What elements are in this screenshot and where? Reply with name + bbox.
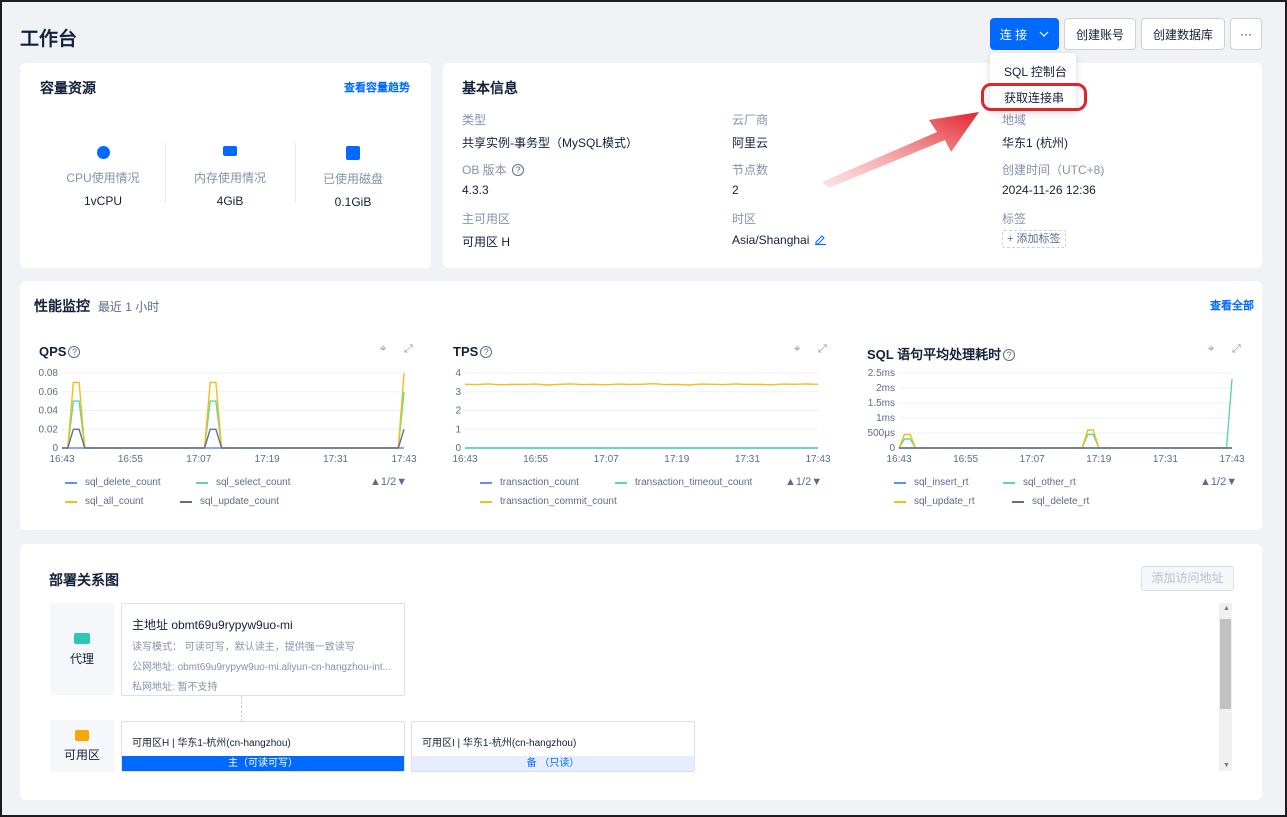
memory-usage-value: 4GiB xyxy=(216,194,244,208)
y-tick-label: 0 xyxy=(889,443,895,454)
cpu-usage-value: 1vCPU xyxy=(83,194,122,208)
add-tag-button[interactable]: + 添加标签 xyxy=(1002,230,1066,248)
page-title: 工作台 xyxy=(20,29,78,50)
cloud-vendor-value: 阿里云 xyxy=(732,136,769,150)
disk-icon xyxy=(346,146,360,160)
edit-icon[interactable] xyxy=(814,234,826,245)
y-tick-label: 500μs xyxy=(868,428,895,439)
create-account-button[interactable]: 创建账号 xyxy=(1064,18,1136,50)
type-label: 类型 xyxy=(462,113,487,127)
memory-icon xyxy=(223,146,237,156)
y-tick-label: 1ms xyxy=(876,413,895,424)
timezone-value: Asia/Shanghai xyxy=(732,233,826,247)
scroll-up-icon[interactable]: ▲ xyxy=(1223,605,1230,612)
connector-line xyxy=(241,696,242,722)
cpu-usage: CPU使用情况 1vCPU xyxy=(38,146,168,208)
proxy-icon xyxy=(74,633,90,644)
disk-usage: 已使用磁盘 0.1GiB xyxy=(288,146,418,209)
deployment-card: 部署关系图 添加访问地址 代理 主地址 obmt69u9rypyw9uo-mi … xyxy=(20,544,1262,800)
x-tick-label: 17:07 xyxy=(1020,454,1045,465)
performance-card: 性能监控 最近 1 小时 查看全部 QPS? ⌖ ⤢ 0 0.02 0.04 0.06… xyxy=(20,281,1262,530)
menu-item-sql-console[interactable]: SQL 控制台 xyxy=(1004,63,1067,80)
created-time-label: 创建时间（UTC+8) xyxy=(1002,163,1105,177)
memory-usage-label: 内存使用情况 xyxy=(193,171,266,185)
zone-box-i[interactable]: 可用区I | 华东1-杭州(cn-hangzhou) 备 （只读） xyxy=(411,721,695,772)
sql-rt-chart: 0 500μs 1ms 1.5ms 2ms 2.5ms 16:43 16:55 17:07 17:… xyxy=(868,368,1245,465)
basic-info-title: 基本信息 xyxy=(462,80,518,96)
x-tick-label: 17:31 xyxy=(1153,454,1178,465)
proxy-row-label: 代理 xyxy=(50,603,114,695)
highlight-annotation xyxy=(981,83,1087,111)
x-tick-label: 17:43 xyxy=(1219,454,1244,465)
capacity-card: 容量资源 查看容量趋势 CPU使用情况 1vCPU 内存使用情况 4GiB 已使… xyxy=(20,63,431,268)
zone-row-label: 可用区 xyxy=(50,720,114,772)
legend-item[interactable]: sql_all_count xyxy=(65,496,143,507)
ob-version-label: OB 版本 ? xyxy=(462,161,525,178)
connect-button[interactable]: 连 接 xyxy=(990,18,1059,50)
private-address: 私网地址: 暂不支持 xyxy=(132,682,218,693)
legend-pager[interactable]: ▲1/2▼ xyxy=(1200,476,1237,488)
memory-usage: 内存使用情况 4GiB xyxy=(165,146,295,208)
disk-usage-label: 已使用磁盘 xyxy=(322,172,383,186)
y-tick-label: 2ms xyxy=(876,383,895,394)
arrow-annotation xyxy=(822,112,979,188)
legend-item[interactable]: sql_insert_rt xyxy=(894,477,968,488)
add-tag-label: 添加标签 xyxy=(1016,233,1061,245)
primary-zone-value: 可用区 H xyxy=(462,235,511,249)
zone-h-role: 主（可读可写） xyxy=(122,756,404,771)
main-address-title: 主地址 obmt69u9rypyw9uo-mi xyxy=(132,618,293,632)
cloud-vendor-label: 云厂商 xyxy=(732,113,769,127)
y-tick-label: 2.5ms xyxy=(868,368,895,379)
view-capacity-trend-link[interactable]: 查看容量趋势 xyxy=(344,79,410,95)
timezone-label: 时区 xyxy=(732,212,757,226)
chevron-down-icon xyxy=(1039,31,1049,37)
diagram-scrollbar[interactable]: ▲ ▼ xyxy=(1219,603,1232,771)
connect-button-label: 连 接 xyxy=(999,27,1028,42)
legend-item[interactable]: transaction_commit_count xyxy=(480,496,617,507)
zone-h-title: 可用区H | 华东1-杭州(cn-hangzhou) xyxy=(132,738,291,749)
node-count-label: 节点数 xyxy=(732,163,769,177)
tags-label: 标签 xyxy=(1002,212,1027,226)
capacity-title: 容量资源 xyxy=(40,80,96,96)
zone-i-role: 备 （只读） xyxy=(412,756,694,771)
plus-icon: + xyxy=(1007,233,1014,245)
create-database-button[interactable]: 创建数据库 xyxy=(1141,18,1225,50)
deployment-title: 部署关系图 xyxy=(49,572,119,588)
cpu-icon xyxy=(96,146,110,159)
x-tick-label: 16:55 xyxy=(953,454,978,465)
x-tick-label: 16:43 xyxy=(886,454,911,465)
add-access-address-button[interactable]: 添加访问地址 xyxy=(1141,566,1234,591)
zone-box-h[interactable]: 可用区H | 华东1-杭州(cn-hangzhou) 主（可读可写） xyxy=(121,721,405,772)
legend-item[interactable]: sql_update_count xyxy=(180,496,279,507)
main-address-box[interactable]: 主地址 obmt69u9rypyw9uo-mi 读写模式： 可读可写，默认读主，… xyxy=(121,603,405,696)
node-count-value: 2 xyxy=(732,183,739,197)
disk-usage-value: 0.1GiB xyxy=(334,195,372,209)
scroll-down-icon[interactable]: ▼ xyxy=(1223,762,1230,769)
series-line xyxy=(898,378,1233,449)
legend-item[interactable]: sql_delete_rt xyxy=(1012,496,1089,507)
type-value: 共享实例-事务型（MySQL模式） xyxy=(462,136,639,150)
public-address: 公网地址: obmt69u9rypyw9uo-mi.aliyun-cn-hang… xyxy=(132,662,392,673)
zone-i-title: 可用区I | 华东1-杭州(cn-hangzhou) xyxy=(422,738,577,749)
legend-item[interactable]: sql_update_rt xyxy=(894,496,975,507)
primary-zone-label: 主可用区 xyxy=(462,212,511,226)
x-tick-label: 17:19 xyxy=(1086,454,1111,465)
created-time-value: 2024-11-26 12:36 xyxy=(1002,183,1096,197)
legend-item[interactable]: sql_other_rt xyxy=(1003,477,1076,488)
help-icon[interactable]: ? xyxy=(512,164,525,176)
cpu-usage-label: CPU使用情况 xyxy=(66,171,140,185)
zone-icon xyxy=(75,730,89,741)
y-tick-label: 1.5ms xyxy=(868,398,895,409)
more-button[interactable]: ··· xyxy=(1230,18,1262,50)
rw-mode: 读写模式： 可读可写，默认读主，提供强一致读写 xyxy=(132,642,355,653)
scrollbar-thumb[interactable] xyxy=(1220,619,1231,709)
region-value: 华东1 (杭州) xyxy=(1002,136,1069,150)
ob-version-value: 4.3.3 xyxy=(462,183,489,197)
region-label: 地域 xyxy=(1002,113,1027,127)
